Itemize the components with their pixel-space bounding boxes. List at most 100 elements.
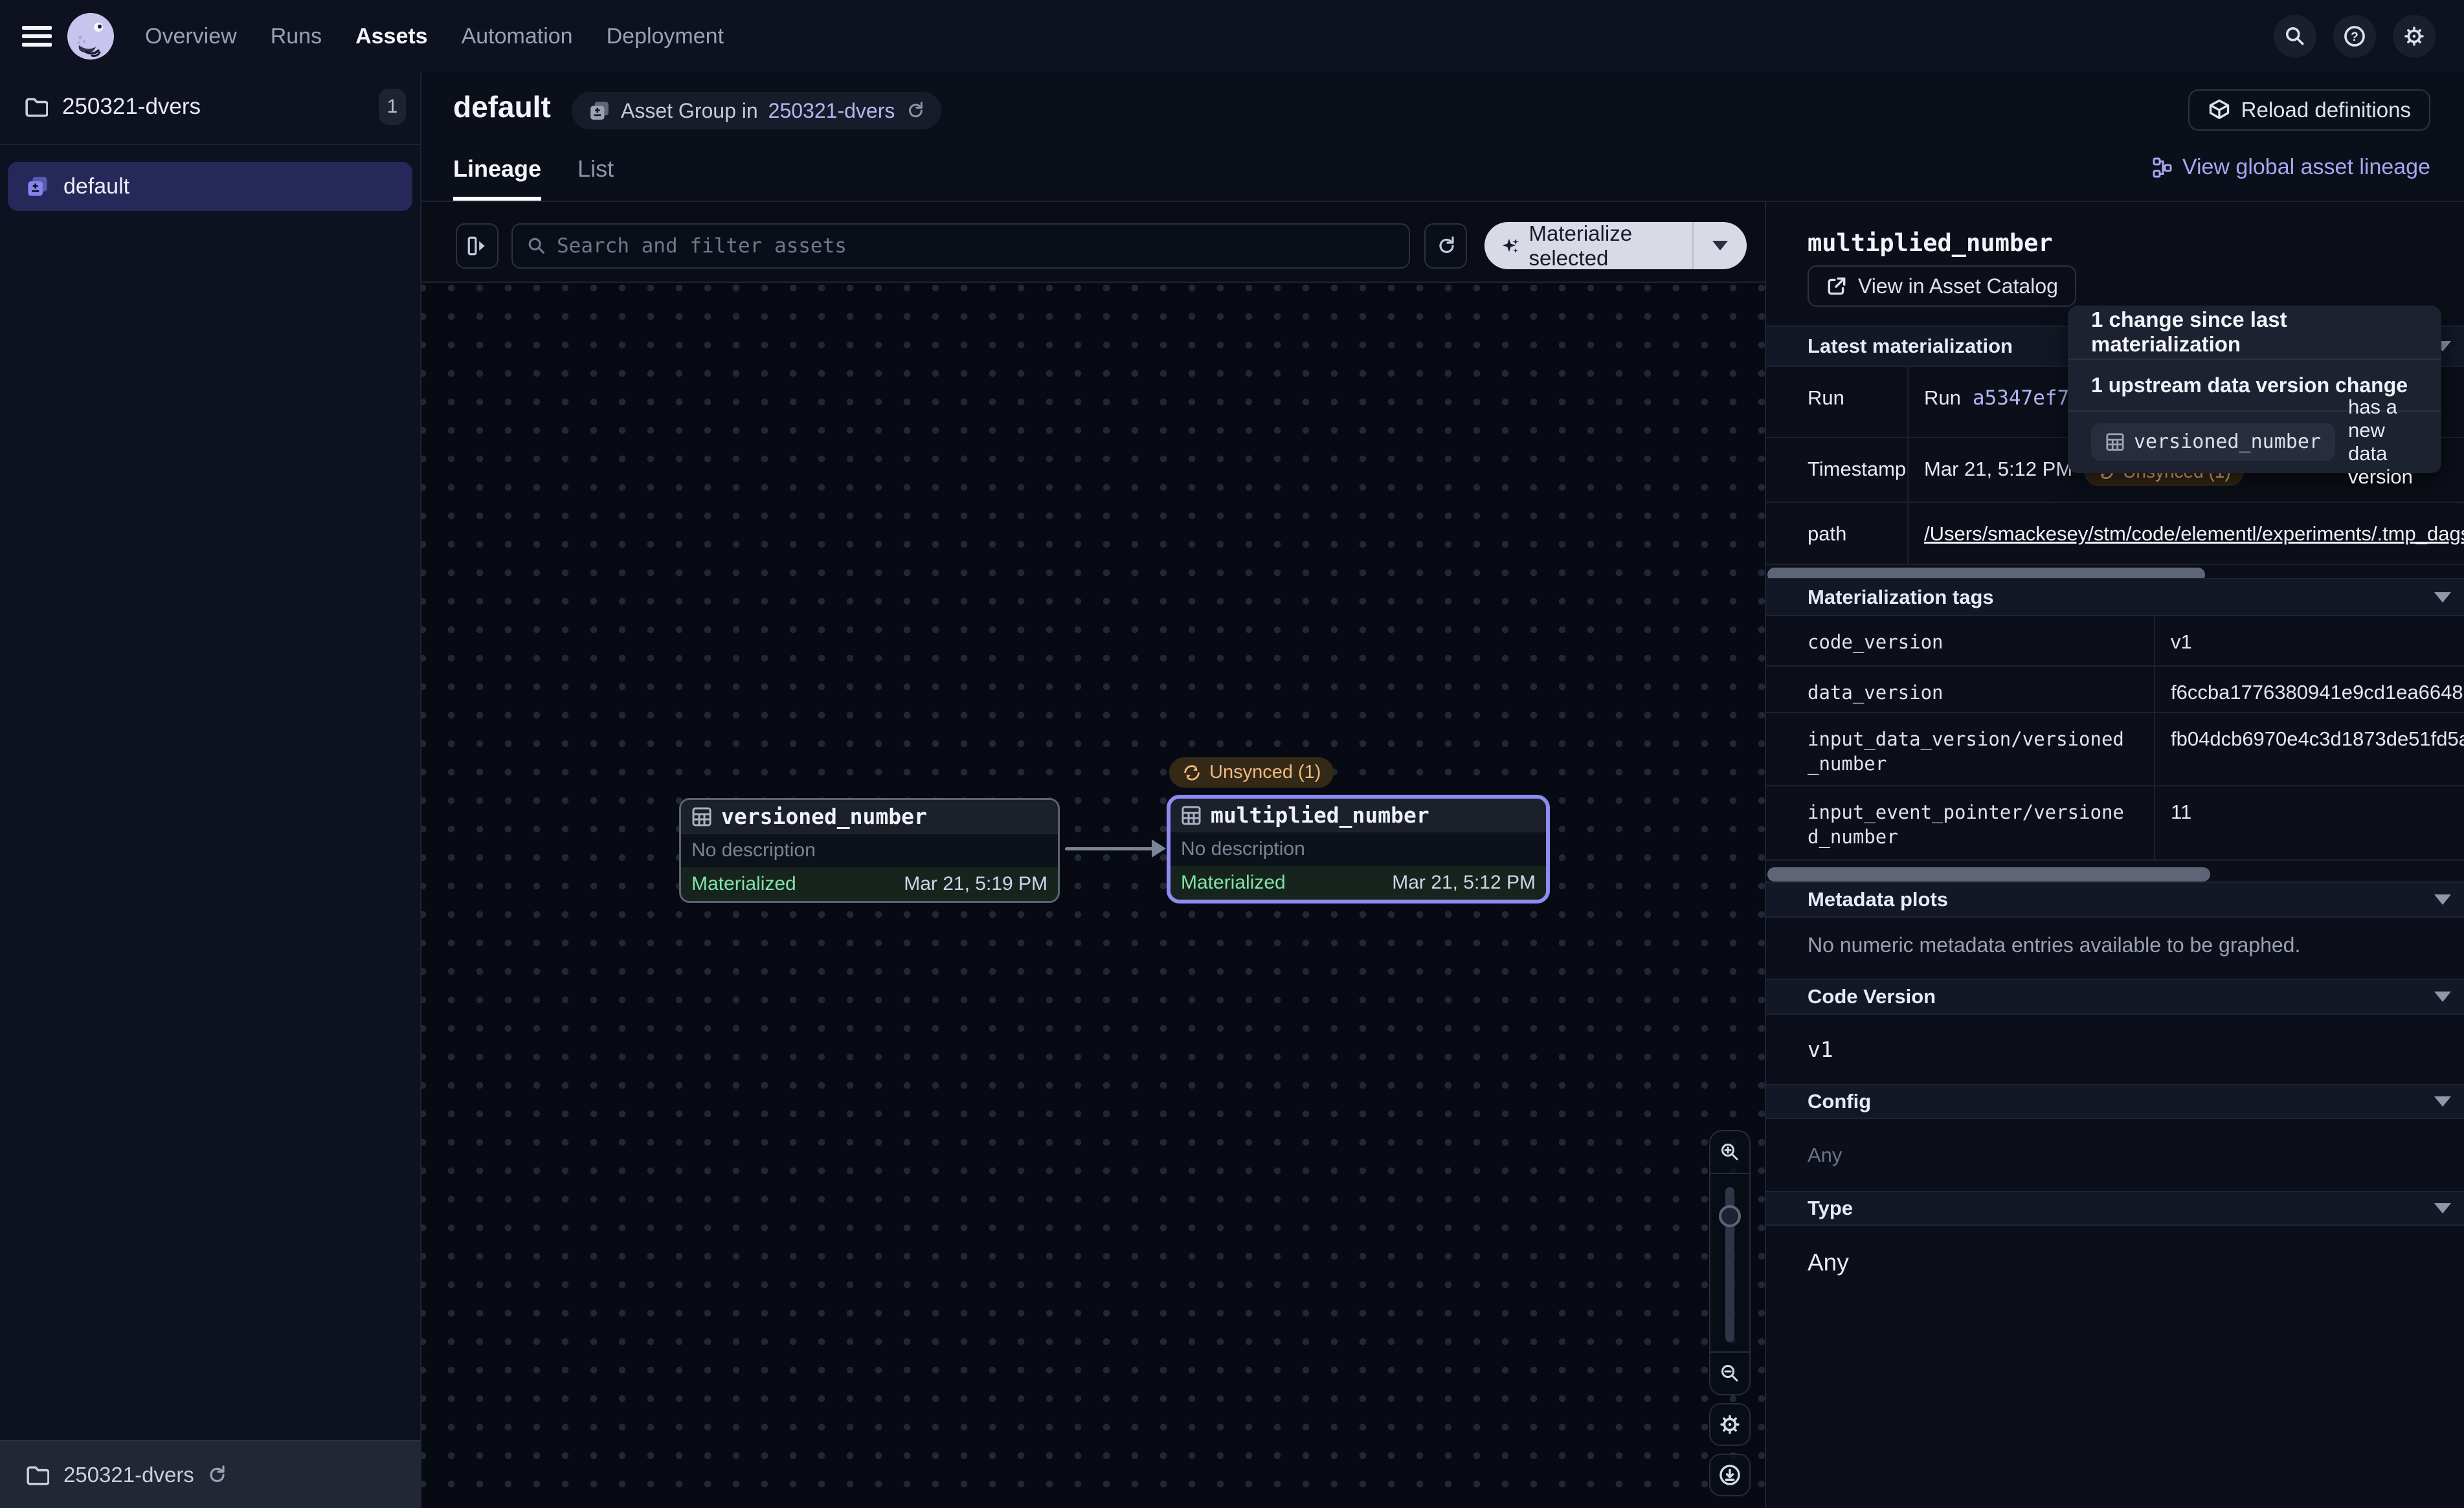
- zoom-slider-handle[interactable]: [1719, 1205, 1741, 1227]
- horizontal-scrollbar[interactable]: [1767, 867, 2210, 882]
- refresh-icon[interactable]: [206, 1465, 227, 1485]
- asset-node-versioned-number[interactable]: versioned_number No description Material…: [679, 798, 1060, 903]
- section-metadata-plots[interactable]: Metadata plots: [1766, 882, 2464, 918]
- run-id-link[interactable]: a5347ef7: [1973, 386, 2069, 410]
- menu-icon[interactable]: [22, 21, 52, 51]
- chevron-down-icon: [2434, 1096, 2451, 1107]
- external-link-icon: [1826, 275, 1848, 297]
- sidebar-group-label: 250321-dvers: [62, 94, 201, 120]
- graph-settings-button[interactable]: [1709, 1403, 1751, 1446]
- cube-reload-icon: [2208, 98, 2231, 122]
- nav-links: Overview Runs Assets Automation Deployme…: [145, 24, 724, 49]
- zoom-in-icon: [1719, 1142, 1740, 1162]
- sidebar-item-label: default: [63, 174, 129, 199]
- tag-value: v1: [2155, 616, 2464, 665]
- nav-item-deployment[interactable]: Deployment: [607, 24, 724, 49]
- section-heading: Latest materialization: [1808, 335, 2013, 358]
- table-row: input_data_version/versioned_number fb04…: [1766, 713, 2464, 786]
- gear-icon: [1718, 1413, 1742, 1436]
- materialize-selected-button[interactable]: Materialize selected: [1484, 222, 1747, 269]
- asset-node-header: versioned_number: [681, 800, 1058, 834]
- section-heading: Code Version: [1808, 985, 1936, 1008]
- nav-item-overview[interactable]: Overview: [145, 24, 237, 49]
- section-type[interactable]: Type: [1766, 1191, 2464, 1226]
- asset-group-icon: [26, 175, 49, 198]
- sparkle-icon: [1501, 235, 1520, 257]
- view-global-asset-lineage-link[interactable]: View global asset lineage: [2153, 155, 2430, 180]
- timestamp-value: Mar 21, 5:12 PM: [1924, 458, 2072, 481]
- timestamp-row-label: Timestamp: [1766, 438, 1909, 502]
- sync-icon: [1182, 763, 1202, 782]
- download-icon: [1718, 1463, 1742, 1487]
- sidebar-footer: 250321-dvers: [0, 1440, 421, 1508]
- section-config[interactable]: Config: [1766, 1084, 2464, 1119]
- asset-search-box: [511, 223, 1410, 269]
- download-graph-button[interactable]: [1709, 1454, 1751, 1496]
- nav-item-automation[interactable]: Automation: [462, 24, 573, 49]
- chevron-down-icon: [1712, 241, 1728, 250]
- panel-expand-icon: [466, 235, 488, 257]
- expand-panel-button[interactable]: [456, 223, 498, 269]
- tooltip-title: 1 change since last materialization: [2068, 305, 2441, 360]
- sidebar-item-default[interactable]: default: [8, 162, 412, 211]
- dagster-logo[interactable]: [66, 12, 115, 61]
- path-link[interactable]: /Users/smackesey/stm/code/elementl/exper…: [1924, 522, 2464, 546]
- materialized-status: Materialized: [1181, 872, 1286, 894]
- materialize-dropdown-button[interactable]: [1692, 222, 1747, 269]
- tooltip-detail-row: versioned_number has a new data version: [2068, 412, 2441, 472]
- type-value: Any: [1808, 1249, 1849, 1276]
- asset-node-description: No description: [681, 834, 1058, 867]
- view-in-asset-catalog-button[interactable]: View in Asset Catalog: [1808, 265, 2076, 307]
- run-prefix: Run: [1924, 386, 1961, 410]
- top-nav: Overview Runs Assets Automation Deployme…: [0, 0, 2464, 72]
- section-code-version[interactable]: Code Version: [1766, 979, 2464, 1015]
- gear-icon: [2402, 25, 2426, 48]
- path-row-label: path: [1766, 503, 1909, 564]
- sidebar-group-row[interactable]: 250321-dvers 1: [0, 87, 421, 127]
- asset-group-badge[interactable]: Asset Group in 250321-dvers: [572, 92, 941, 129]
- tag-key: code_version: [1766, 616, 2155, 665]
- asset-node-multiplied-number[interactable]: multiplied_number No description Materia…: [1167, 795, 1550, 904]
- section-materialization-tags[interactable]: Materialization tags: [1766, 578, 2464, 616]
- sidebar: 250321-dvers 1 default 250321-dvers: [0, 72, 421, 1508]
- nav-item-assets[interactable]: Assets: [355, 24, 428, 49]
- table-row: code_version v1: [1766, 616, 2464, 667]
- folder-icon: [26, 1464, 49, 1486]
- asset-node-description: No description: [1170, 832, 1546, 866]
- tab-lineage[interactable]: Lineage: [453, 155, 541, 201]
- asset-node-name: versioned_number: [721, 804, 927, 829]
- refresh-icon: [1435, 236, 1456, 256]
- section-heading: Config: [1808, 1090, 1871, 1113]
- page-title: default: [453, 89, 551, 124]
- chevron-down-icon: [2434, 894, 2451, 905]
- badge-group-link[interactable]: 250321-dvers: [768, 99, 895, 123]
- nav-item-runs[interactable]: Runs: [271, 24, 322, 49]
- tooltip-suffix-text: has a new data version: [2348, 395, 2418, 489]
- folder-icon: [25, 96, 48, 118]
- tag-key: input_event_pointer/versioned_number: [1766, 786, 2155, 859]
- asset-chip-label: versioned_number: [2134, 430, 2321, 453]
- search-button[interactable]: [2274, 15, 2316, 58]
- asset-group-icon: [588, 100, 610, 122]
- materialize-label: Materialize selected: [1529, 221, 1688, 271]
- panel-asset-title: multiplied_number: [1808, 229, 2053, 257]
- refresh-graph-button[interactable]: [1424, 223, 1467, 269]
- graph-toolbar: Materialize selected: [421, 202, 1765, 283]
- materialized-timestamp: Mar 21, 5:12 PM: [1392, 872, 1536, 894]
- zoom-out-button[interactable]: [1710, 1351, 1749, 1394]
- unsynced-badge[interactable]: Unsynced (1): [1169, 757, 1334, 788]
- help-button[interactable]: [2333, 15, 2376, 58]
- tab-list[interactable]: List: [577, 155, 614, 201]
- reload-definitions-button[interactable]: Reload definitions: [2188, 89, 2430, 131]
- lineage-icon: [2153, 157, 2173, 178]
- settings-button[interactable]: [2393, 15, 2436, 58]
- materialized-status: Materialized: [691, 873, 796, 895]
- zoom-in-button[interactable]: [1710, 1131, 1749, 1174]
- refresh-icon[interactable]: [905, 101, 924, 120]
- tag-value: fb04dcb6970e4c3d1873de51fd5a5: [2155, 713, 2464, 785]
- lineage-graph-canvas[interactable]: Unsynced (1) versioned_number No descrip…: [421, 283, 1765, 1508]
- tag-value: f6ccba1776380941e9cd1ea66481d: [2155, 667, 2464, 712]
- asset-search-input[interactable]: [557, 234, 1394, 258]
- table-row: data_version f6ccba1776380941e9cd1ea6648…: [1766, 667, 2464, 713]
- help-icon: [2343, 25, 2366, 48]
